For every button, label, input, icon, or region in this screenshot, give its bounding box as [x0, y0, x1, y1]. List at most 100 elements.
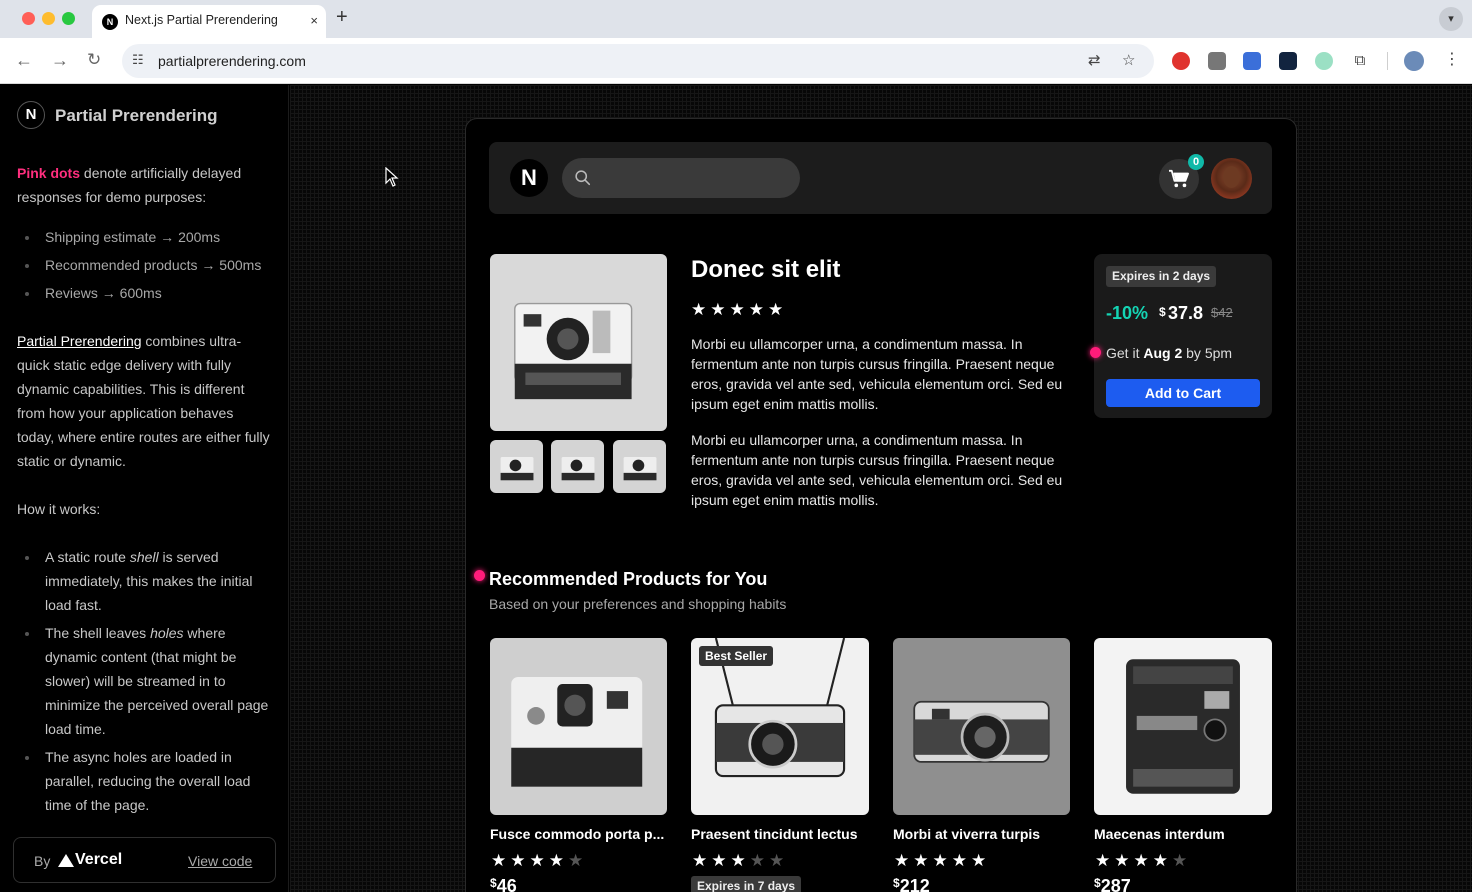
- star-icon: ★: [510, 851, 526, 870]
- star-icon: ★: [971, 851, 987, 870]
- extension-v-icon[interactable]: [1208, 52, 1226, 70]
- reload-icon[interactable]: ↻: [87, 49, 101, 71]
- address-bar[interactable]: ☷ partialprerendering.com ⇄ ☆: [122, 44, 1154, 78]
- sale-price: 37.8: [1168, 303, 1204, 323]
- tab-search-chevron-icon[interactable]: ▾: [1439, 7, 1463, 31]
- expires-badge: Expires in 7 days: [691, 876, 802, 892]
- currency-symbol: $: [1159, 305, 1166, 319]
- pink-dots-label: Pink dots: [17, 165, 81, 181]
- store-logo-icon[interactable]: N: [510, 159, 548, 197]
- star-icon: ★: [748, 300, 764, 319]
- product-card-rating: ★ ★ ★ ★ ★: [692, 852, 784, 870]
- product-thumbnail[interactable]: [490, 440, 543, 493]
- window-minimize-button[interactable]: [42, 12, 55, 25]
- product-card-rating: ★ ★ ★ ★ ★: [894, 852, 986, 870]
- star-icon: ★: [529, 851, 545, 870]
- ppr-text: combines ultra-quick static edge deliver…: [17, 333, 270, 469]
- star-icon: ★: [491, 851, 507, 870]
- how-heading: How it works:: [17, 501, 101, 517]
- star-icon: ★: [691, 300, 707, 319]
- bookmark-star-icon[interactable]: ☆: [1122, 51, 1135, 69]
- add-to-cart-button[interactable]: Add to Cart: [1106, 379, 1260, 407]
- tab-close-icon[interactable]: ×: [310, 12, 318, 30]
- user-avatar[interactable]: [1211, 158, 1252, 199]
- menu-kebab-icon[interactable]: ⋮: [1444, 49, 1460, 71]
- list-item: A static route shell is served immediate…: [17, 545, 279, 617]
- star-icon: ★: [1133, 851, 1149, 870]
- back-arrow-icon[interactable]: ←: [15, 49, 33, 71]
- product-title: Donec sit elit: [691, 256, 841, 283]
- extension-red-icon[interactable]: [1172, 52, 1190, 70]
- browser-tab[interactable]: N Next.js Partial Prerendering ×: [92, 5, 326, 38]
- browser-tab-bar: N Next.js Partial Prerendering × + ▾: [0, 0, 1472, 38]
- new-tab-button[interactable]: +: [336, 6, 348, 28]
- delay-list: Shipping estimate → 200ms Recommended pr…: [17, 225, 279, 309]
- product-main-image: [490, 254, 667, 431]
- product-description: Morbi eu ullamcorper urna, a condimentum…: [691, 336, 1063, 412]
- product-description: Morbi eu ullamcorper urna, a condimentum…: [691, 432, 1063, 508]
- favicon-icon: N: [102, 14, 118, 30]
- product-card-image[interactable]: [490, 638, 667, 815]
- star-icon: ★: [769, 851, 785, 870]
- how-list: A static route shell is served immediate…: [17, 545, 279, 821]
- ppr-link[interactable]: Partial Prerendering: [17, 333, 142, 349]
- profile-avatar[interactable]: [1404, 51, 1424, 71]
- product-card-name[interactable]: Morbi at viverra turpis: [893, 826, 1071, 842]
- cart-count-badge: 0: [1188, 154, 1204, 170]
- product-card-name[interactable]: Fusce commodo porta p...: [490, 826, 668, 842]
- url-text: partialprerendering.com: [158, 53, 306, 69]
- by-label: By: [34, 853, 51, 869]
- sidebar-footer: By Vercel View code: [13, 837, 276, 883]
- list-item: Reviews → 600ms: [17, 281, 279, 305]
- sidebar: N Partial Prerendering Pink dots denote …: [0, 85, 289, 892]
- product-card-rating: ★ ★ ★ ★ ★: [491, 852, 583, 870]
- product-card-image[interactable]: [1094, 638, 1272, 815]
- extension-translate-icon[interactable]: [1243, 52, 1261, 70]
- star-icon: ★: [692, 851, 708, 870]
- store-header: N 0: [489, 142, 1272, 214]
- delay-indicator-dot: [474, 570, 485, 581]
- list-item: The shell leaves holes where dynamic con…: [17, 621, 279, 741]
- mouse-cursor-icon: [385, 167, 399, 187]
- star-icon: ★: [548, 851, 564, 870]
- browser-toolbar: ← → ↻ ☷ partialprerendering.com ⇄ ☆ ⧉ ⋮: [0, 38, 1472, 84]
- extension-color-icon[interactable]: [1315, 52, 1333, 70]
- delay-indicator-dot: [1090, 347, 1101, 358]
- extension-react-icon[interactable]: [1279, 52, 1297, 70]
- view-code-link[interactable]: View code: [188, 853, 252, 869]
- star-icon: ★: [710, 300, 726, 319]
- window-close-button[interactable]: [22, 12, 35, 25]
- ppr-paragraph: Partial Prerendering combines ultra-quic…: [17, 329, 272, 473]
- product-thumbnail[interactable]: [613, 440, 666, 493]
- vercel-logo[interactable]: Vercel: [75, 851, 122, 869]
- vercel-triangle-icon: [58, 854, 74, 867]
- star-icon: ★: [1152, 851, 1168, 870]
- recommended-subtitle: Based on your preferences and shopping h…: [489, 596, 787, 612]
- recommended-title: Recommended Products for You: [489, 569, 768, 589]
- search-input[interactable]: [562, 158, 800, 198]
- star-icon: ★: [1095, 851, 1111, 870]
- delivery-estimate: Get it Aug 2 by 5pm: [1106, 345, 1233, 361]
- expires-badge: Expires in 2 days: [1106, 266, 1217, 287]
- product-card-rating: ★ ★ ★ ★ ★: [1095, 852, 1187, 870]
- nextjs-logo-icon: N: [17, 101, 45, 129]
- translate-icon[interactable]: ⇄: [1088, 51, 1101, 69]
- forward-arrow-icon[interactable]: →: [51, 49, 69, 71]
- buy-box: Expires in 2 days -10% $ 37.8 $42 Get it…: [1094, 254, 1272, 418]
- list-item: Shipping estimate → 200ms: [17, 225, 279, 249]
- star-icon: ★: [894, 851, 910, 870]
- window-zoom-button[interactable]: [62, 12, 75, 25]
- product-card-name[interactable]: Maecenas interdum: [1094, 826, 1272, 842]
- star-icon: ★: [711, 851, 727, 870]
- extensions-puzzle-icon[interactable]: ⧉: [1351, 52, 1369, 70]
- tab-title: Next.js Partial Prerendering: [125, 13, 278, 27]
- site-settings-icon[interactable]: ☷: [132, 52, 144, 68]
- star-icon: ★: [932, 851, 948, 870]
- list-item: Recommended products → 500ms: [17, 253, 279, 277]
- product-card-image[interactable]: [893, 638, 1070, 815]
- original-price: $42: [1211, 305, 1233, 320]
- star-icon: ★: [729, 300, 745, 319]
- product-card-name[interactable]: Praesent tincidunt lectus: [691, 826, 869, 842]
- product-thumbnail[interactable]: [551, 440, 604, 493]
- star-icon: ★: [1172, 851, 1188, 870]
